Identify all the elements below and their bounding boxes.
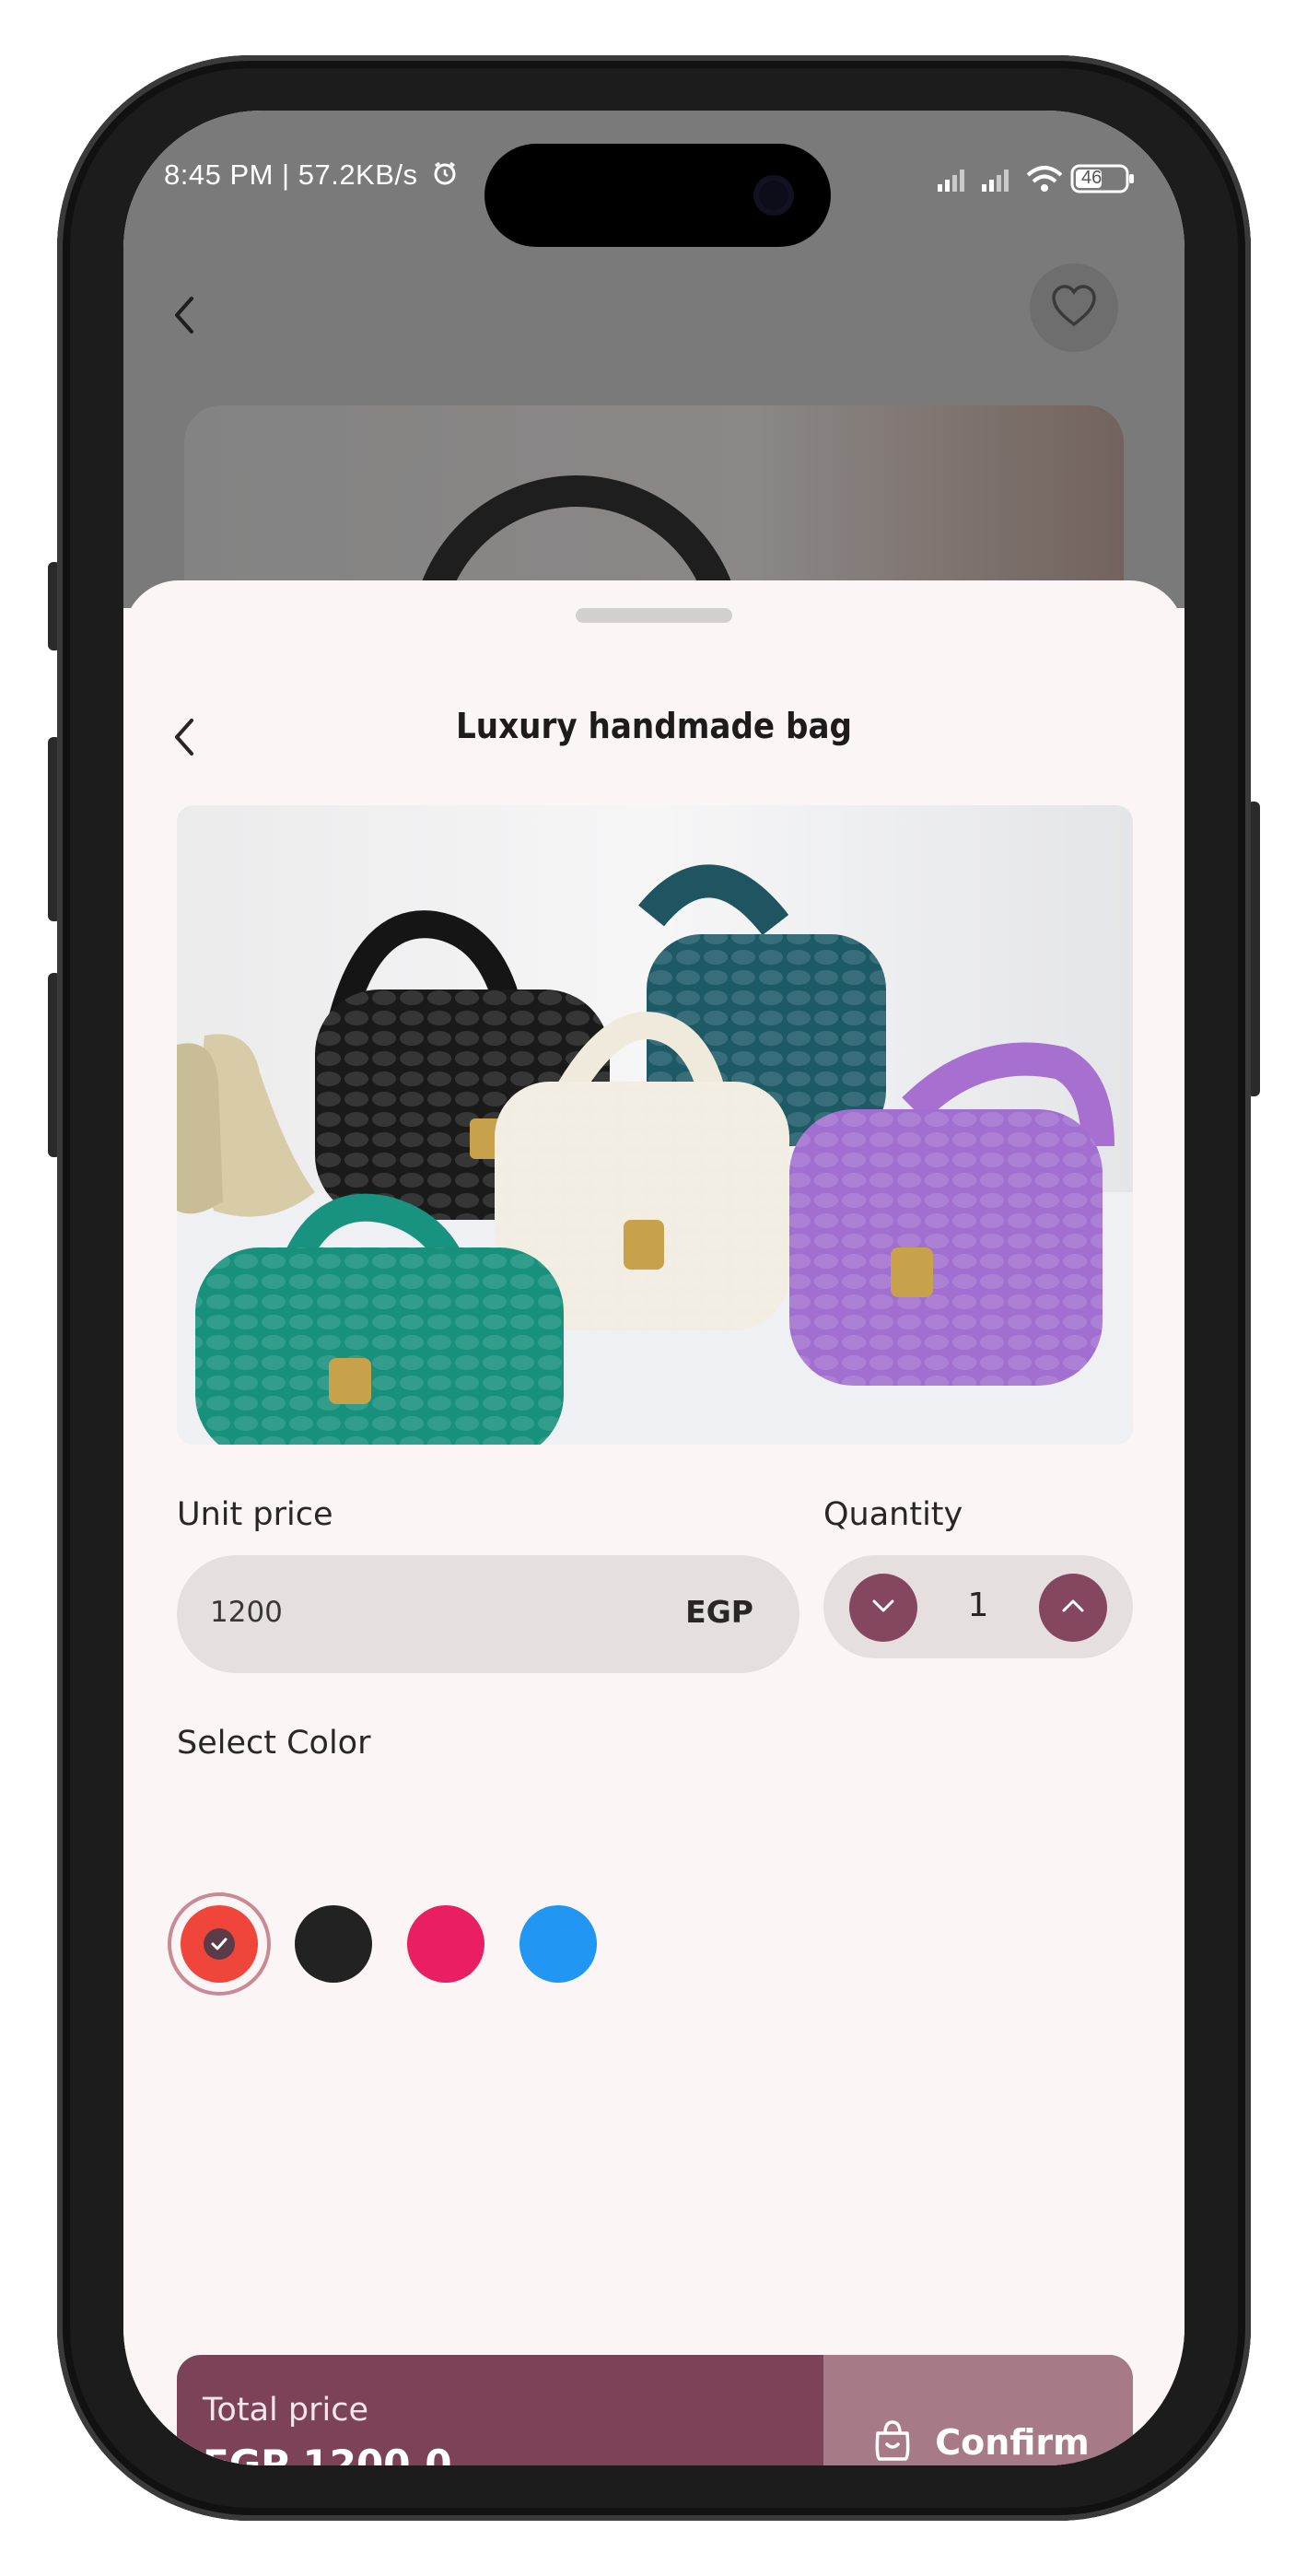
check-icon	[204, 1928, 235, 1960]
heart-outline-icon	[1050, 284, 1098, 332]
chevron-down-icon	[869, 1597, 897, 1619]
camera-icon	[753, 175, 794, 216]
quantity-label: Quantity	[823, 1496, 963, 1533]
currency-label: EGP	[685, 1594, 753, 1630]
favorite-button[interactable]	[1030, 263, 1118, 352]
screenshot-stage: 8:45 PM | 57.2KB/s 46 Luxury handmade ba…	[0, 0, 1307, 2576]
decrease-quantity-button[interactable]	[849, 1574, 917, 1642]
confirm-button[interactable]: Confirm	[823, 2355, 1133, 2465]
total-price-label: Total price	[203, 2392, 368, 2429]
color-swatch-black[interactable]	[295, 1905, 372, 1983]
alarm-icon	[432, 160, 458, 193]
chevron-left-icon[interactable]	[166, 287, 203, 343]
color-swatch-red[interactable]	[181, 1905, 258, 1983]
chevron-up-icon	[1059, 1597, 1087, 1619]
sheet-grabber[interactable]	[576, 608, 732, 623]
select-color-label: Select Color	[177, 1725, 371, 1762]
quantity-stepper: 1	[823, 1555, 1133, 1658]
shopping-bag-icon	[867, 2415, 918, 2465]
unit-price-field[interactable]: 1200 EGP	[177, 1555, 799, 1673]
phone-screen: 8:45 PM | 57.2KB/s 46 Luxury handmade ba…	[123, 111, 1184, 2465]
checkout-bar: Total price EGP 1200.0 Confirm	[177, 2355, 1133, 2465]
status-bar: 8:45 PM | 57.2KB/s 46	[123, 111, 1184, 249]
confirm-label: Confirm	[935, 2422, 1090, 2463]
product-image	[177, 805, 1133, 1445]
color-swatch-blue[interactable]	[519, 1905, 597, 1983]
signal-wifi-battery-icon	[938, 164, 1134, 193]
unit-price-label: Unit price	[177, 1496, 333, 1533]
sheet-title: Luxury handmade bag	[455, 706, 853, 746]
bottom-sheet: Luxury handmade bag Unit price Quantity …	[123, 580, 1184, 2465]
status-time-speed: 8:45 PM | 57.2KB/s	[164, 158, 458, 193]
color-swatch-pink[interactable]	[407, 1905, 484, 1983]
dynamic-island	[484, 144, 831, 247]
quantity-value: 1	[967, 1587, 989, 1624]
status-icons: 46	[938, 160, 1149, 197]
total-price-value: EGP 1200.0	[203, 2441, 452, 2465]
battery-level: 46	[1081, 168, 1103, 188]
increase-quantity-button[interactable]	[1039, 1574, 1107, 1642]
unit-price-value: 1200	[210, 1596, 283, 1629]
